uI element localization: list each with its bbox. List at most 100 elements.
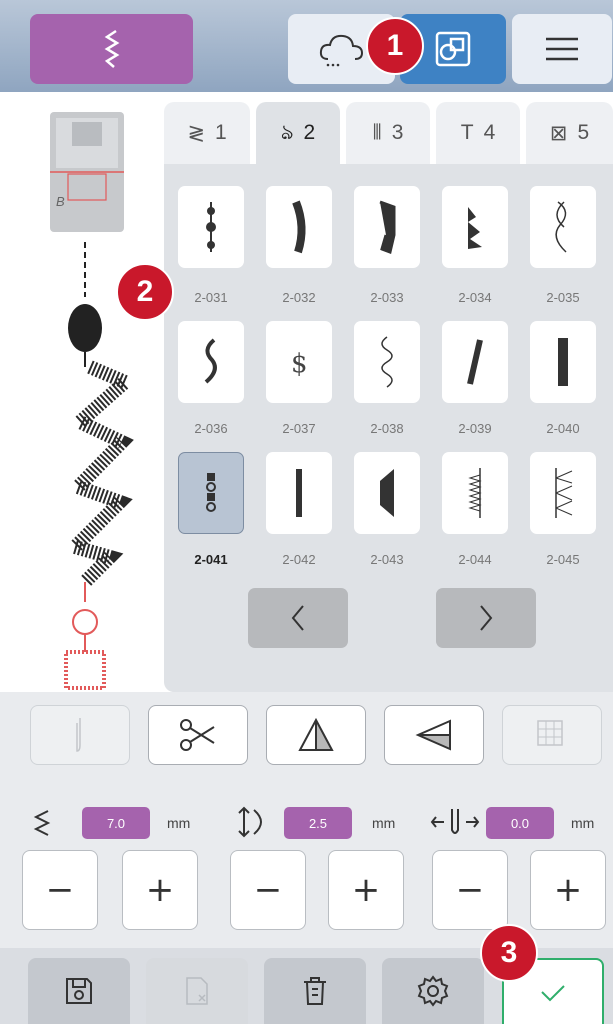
zigzag-icon (104, 29, 119, 68)
needle-icon (76, 718, 81, 752)
stitch-code: 2-043 (370, 552, 404, 567)
position-decrease-button[interactable]: − (432, 850, 508, 930)
tab-category-5[interactable]: ⊠ 5 (526, 102, 613, 164)
stitch-width-icon (33, 810, 51, 836)
stitch-pattern-icon (292, 200, 306, 254)
save-button[interactable] (28, 958, 130, 1024)
stitch-code: 2-041 (194, 552, 228, 567)
embroidery-hoop-icon (435, 31, 471, 67)
stitch-tile[interactable] (530, 186, 596, 268)
stitch-tile-selected[interactable] (178, 452, 244, 534)
previous-page-button[interactable] (248, 588, 348, 648)
stitch-mode-button[interactable] (30, 14, 193, 84)
hamburger-menu-icon (546, 37, 578, 61)
stitch-pattern-icon (380, 469, 394, 517)
stitch-pattern-icon (555, 201, 567, 253)
cloud-icon (319, 34, 363, 67)
stitch-tile[interactable]: $ (266, 321, 332, 403)
stitch-tile[interactable] (266, 186, 332, 268)
stitch-pattern-icon (379, 200, 396, 255)
stitch-length-value[interactable]: 2.5 (284, 807, 352, 839)
tab-category-2[interactable]: ঌ 2 (256, 102, 340, 164)
grid-icon (537, 720, 563, 746)
stitch-pattern-icon (467, 339, 483, 385)
decorative-stitch-icon: ঌ (280, 120, 294, 144)
stitch-width-value[interactable]: 7.0 (82, 807, 150, 839)
stitch-tile[interactable] (178, 321, 244, 403)
top-bar (0, 0, 613, 92)
stitch-width-unit: mm (167, 815, 191, 831)
stitch-code: 2-031 (194, 290, 228, 305)
delete-file-button[interactable] (146, 958, 248, 1024)
width-increase-button[interactable]: + (122, 850, 198, 930)
tab-category-4[interactable]: T 4 (436, 102, 520, 164)
stitch-tile[interactable] (354, 321, 420, 403)
file-delete-icon (186, 977, 208, 1005)
needle-position-icon (430, 809, 480, 834)
stitch-tile[interactable] (530, 452, 596, 534)
stitch-code: 2-042 (282, 552, 316, 567)
stitch-pattern-icon (206, 473, 216, 512)
stitch-length-icon (238, 806, 262, 838)
stitch-code: 2-035 (546, 290, 580, 305)
stitch-pattern-icon: $ (291, 349, 308, 379)
next-page-button[interactable] (436, 588, 536, 648)
tab-category-3[interactable]: ⦀ 3 (346, 102, 430, 164)
text-font-icon: T (460, 121, 474, 144)
needle-position-value[interactable]: 0.0 (486, 807, 554, 839)
svg-text:B: B (56, 194, 65, 209)
chevron-right-icon (480, 605, 493, 631)
stitch-grid-button[interactable] (502, 705, 602, 765)
stitch-code: 2-036 (194, 421, 228, 436)
stitch-tile[interactable] (442, 452, 508, 534)
tab-label: 3 (391, 121, 404, 144)
stitch-code: 2-044 (458, 552, 492, 567)
stitch-code: 2-034 (458, 290, 492, 305)
stitch-tile[interactable] (442, 321, 508, 403)
needle-position-unit: mm (571, 815, 595, 831)
mirror-vertical-button[interactable] (266, 705, 366, 765)
stitch-code: 2-033 (370, 290, 404, 305)
buttonhole-icon: ⦀ (372, 121, 382, 144)
menu-button[interactable] (512, 14, 612, 84)
stitch-pattern-icon (296, 469, 302, 517)
tab-label: 4 (483, 121, 496, 144)
zigzag-icon: ≷ (187, 121, 205, 145)
save-icon (66, 978, 92, 1004)
trash-icon (304, 977, 326, 1005)
settings-button[interactable] (382, 958, 484, 1024)
length-decrease-button[interactable]: − (230, 850, 306, 930)
stitch-tile[interactable] (178, 186, 244, 268)
stitch-tile[interactable] (354, 452, 420, 534)
scissors-icon (180, 719, 215, 751)
stitch-tile[interactable] (530, 321, 596, 403)
stitch-code: 2-037 (282, 421, 316, 436)
stitch-tile[interactable] (442, 186, 508, 268)
length-increase-button[interactable]: + (328, 850, 404, 930)
needle-stop-button[interactable] (30, 705, 130, 765)
gear-icon (417, 975, 449, 1007)
callout-badge-1: 1 (366, 17, 424, 75)
quilt-stitch-icon: ⊠ (549, 121, 568, 145)
checkmark-icon (541, 985, 565, 1002)
width-decrease-button[interactable]: − (22, 850, 98, 930)
mirror-horizontal-icon (415, 719, 451, 751)
stitch-pattern-icon (555, 468, 573, 518)
callout-badge-3: 3 (480, 924, 538, 982)
position-increase-button[interactable]: + (530, 850, 606, 930)
presser-foot-icon: B (50, 112, 138, 690)
stitch-tile[interactable] (354, 186, 420, 268)
stitch-code: 2-039 (458, 421, 492, 436)
thread-cutter-button[interactable] (148, 705, 248, 765)
stitch-pattern-icon (558, 338, 568, 386)
svg-text:$: $ (291, 349, 308, 379)
stitch-code: 2-038 (370, 421, 404, 436)
delete-stitch-button[interactable] (264, 958, 366, 1024)
mirror-horizontal-button[interactable] (384, 705, 484, 765)
stitch-tile[interactable] (266, 452, 332, 534)
stitch-length-unit: mm (372, 815, 396, 831)
tab-category-1[interactable]: ≷ 1 (164, 102, 250, 164)
stitch-pattern-icon (468, 468, 482, 518)
stitch-code: 2-045 (546, 552, 580, 567)
stitch-pattern-icon (206, 202, 216, 252)
